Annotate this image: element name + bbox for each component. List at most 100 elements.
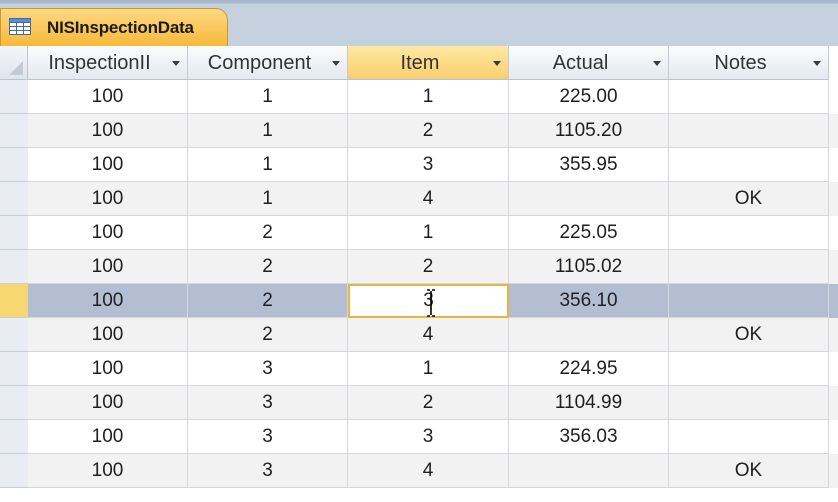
record-selector[interactable] (0, 216, 28, 250)
table-row[interactable]: 100 2 4 OK (28, 318, 838, 352)
cell-component[interactable]: 3 (188, 386, 348, 420)
cell-actual[interactable] (509, 318, 669, 352)
table-row[interactable]: 100 3 1 224.95 (28, 352, 838, 386)
cell-component[interactable]: 3 (188, 420, 348, 454)
table-row[interactable]: 100 3 4 OK (28, 454, 838, 488)
record-selector[interactable] (0, 386, 28, 420)
cell-item[interactable]: 3 (348, 420, 509, 454)
cell-notes[interactable] (669, 114, 829, 148)
cell-inspectionii[interactable]: 100 (28, 454, 188, 488)
record-selector[interactable] (0, 250, 28, 284)
dropdown-arrow-icon[interactable] (332, 61, 340, 66)
cell-inspectionii[interactable]: 100 (28, 284, 188, 318)
table-row[interactable]: 100 1 2 1105.20 (28, 114, 838, 148)
cell-notes[interactable] (669, 216, 829, 250)
cell-inspectionii[interactable]: 100 (28, 80, 188, 114)
cell-item[interactable]: 2 (348, 250, 509, 284)
cell-inspectionii[interactable]: 100 (28, 386, 188, 420)
cell-notes[interactable] (669, 352, 829, 386)
cell-item[interactable]: 3 (348, 284, 509, 318)
cell-notes[interactable] (669, 420, 829, 454)
cell-actual[interactable]: 225.05 (509, 216, 669, 250)
table-row[interactable]: 100 2 3 356.10 (28, 284, 838, 318)
column-header-label: Component (207, 52, 312, 74)
table-row[interactable]: 100 3 2 1104.99 (28, 386, 838, 420)
cell-item[interactable]: 1 (348, 80, 509, 114)
record-selector[interactable] (0, 454, 28, 488)
cell-inspectionii[interactable]: 100 (28, 318, 188, 352)
cell-component[interactable]: 1 (188, 114, 348, 148)
cell-item[interactable]: 4 (348, 182, 509, 216)
record-selector[interactable] (0, 114, 28, 148)
cell-actual[interactable]: 355.95 (509, 148, 669, 182)
cell-item[interactable]: 4 (348, 454, 509, 488)
cell-notes[interactable] (669, 386, 829, 420)
cell-component[interactable]: 1 (188, 182, 348, 216)
table-row[interactable]: 100 1 4 OK (28, 182, 838, 216)
table-row[interactable]: 100 1 3 355.95 (28, 148, 838, 182)
cell-item[interactable]: 2 (348, 114, 509, 148)
column-header-component[interactable]: Component (188, 46, 348, 80)
tab-nisinspectiondata[interactable]: NISInspectionData (0, 8, 228, 46)
record-selector[interactable] (0, 148, 28, 182)
select-all-corner[interactable] (0, 46, 28, 80)
cell-actual[interactable]: 356.03 (509, 420, 669, 454)
cell-actual[interactable] (509, 454, 669, 488)
cell-actual[interactable] (509, 182, 669, 216)
record-selector[interactable] (0, 80, 28, 114)
column-header-notes[interactable]: Notes (669, 46, 829, 80)
dropdown-arrow-icon[interactable] (653, 61, 661, 66)
cell-inspectionii[interactable]: 100 (28, 352, 188, 386)
cell-component[interactable]: 2 (188, 284, 348, 318)
cell-actual[interactable]: 225.00 (509, 80, 669, 114)
cell-inspectionii[interactable]: 100 (28, 420, 188, 454)
cell-item[interactable]: 3 (348, 148, 509, 182)
record-selector[interactable] (0, 352, 28, 386)
tab-title: NISInspectionData (47, 18, 194, 37)
cell-notes[interactable] (669, 284, 829, 318)
cell-inspectionii[interactable]: 100 (28, 182, 188, 216)
cell-actual[interactable]: 1105.02 (509, 250, 669, 284)
cell-notes[interactable]: OK (669, 318, 829, 352)
cell-item[interactable]: 2 (348, 386, 509, 420)
record-selector[interactable] (0, 318, 28, 352)
cell-actual[interactable]: 356.10 (509, 284, 669, 318)
cell-inspectionii[interactable]: 100 (28, 148, 188, 182)
cell-component[interactable]: 3 (188, 352, 348, 386)
cell-notes[interactable] (669, 250, 829, 284)
table-row[interactable]: 100 3 3 356.03 (28, 420, 838, 454)
table-row[interactable]: 100 2 2 1105.02 (28, 250, 838, 284)
cell-notes[interactable]: OK (669, 182, 829, 216)
dropdown-arrow-icon[interactable] (172, 61, 180, 66)
cell-notes[interactable] (669, 148, 829, 182)
cell-inspectionii[interactable]: 100 (28, 250, 188, 284)
cell-notes[interactable]: OK (669, 454, 829, 488)
dropdown-arrow-icon[interactable] (813, 61, 821, 66)
datasheet-grid[interactable]: InspectionII Component Item Actual Notes 100… (0, 46, 838, 502)
cell-component[interactable]: 2 (188, 216, 348, 250)
cell-item[interactable]: 4 (348, 318, 509, 352)
record-selector[interactable] (0, 284, 28, 318)
cell-component[interactable]: 2 (188, 250, 348, 284)
cell-component[interactable]: 3 (188, 454, 348, 488)
cell-component[interactable]: 1 (188, 148, 348, 182)
table-row[interactable]: 100 1 1 225.00 (28, 80, 838, 114)
cell-component[interactable]: 2 (188, 318, 348, 352)
cell-inspectionii[interactable]: 100 (28, 216, 188, 250)
column-header-inspectionii[interactable]: InspectionII (28, 46, 188, 80)
column-header-label: Notes (714, 52, 767, 74)
record-selector[interactable] (0, 182, 28, 216)
cell-actual[interactable]: 224.95 (509, 352, 669, 386)
cell-inspectionii[interactable]: 100 (28, 114, 188, 148)
cell-notes[interactable] (669, 80, 829, 114)
cell-actual[interactable]: 1104.99 (509, 386, 669, 420)
cell-component[interactable]: 1 (188, 80, 348, 114)
dropdown-arrow-icon[interactable] (493, 61, 501, 66)
cell-item[interactable]: 1 (348, 216, 509, 250)
column-header-actual[interactable]: Actual (509, 46, 669, 80)
column-header-item[interactable]: Item (348, 46, 509, 80)
record-selector[interactable] (0, 420, 28, 454)
cell-item[interactable]: 1 (348, 352, 509, 386)
table-row[interactable]: 100 2 1 225.05 (28, 216, 838, 250)
cell-actual[interactable]: 1105.20 (509, 114, 669, 148)
